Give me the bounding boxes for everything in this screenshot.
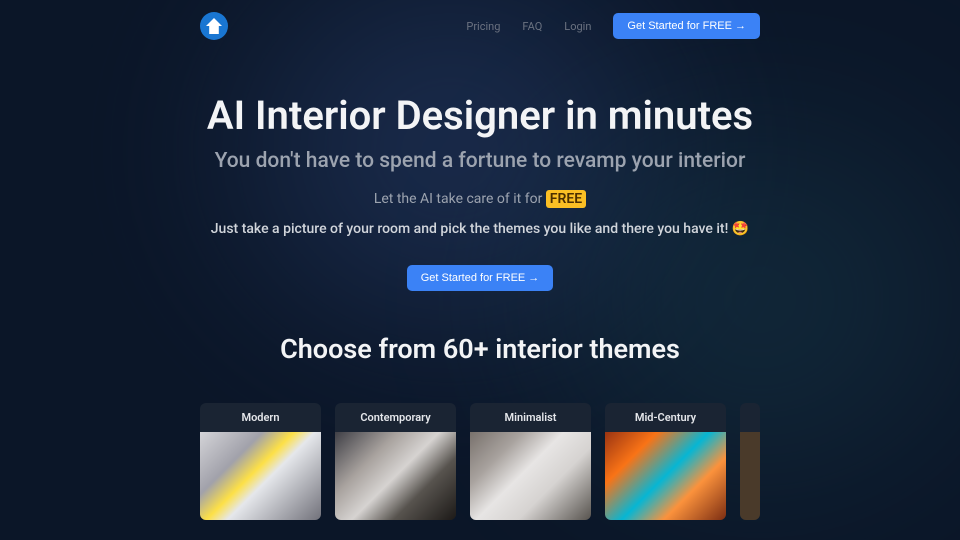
- house-icon: [206, 18, 222, 34]
- theme-card-minimalist[interactable]: Minimalist: [470, 403, 591, 520]
- theme-card-midcentury[interactable]: Mid-Century: [605, 403, 726, 520]
- theme-image: [740, 432, 760, 520]
- nav-login[interactable]: Login: [564, 20, 591, 33]
- themes-grid: Modern Contemporary Minimalist Mid-Centu…: [0, 403, 960, 520]
- theme-card-contemporary[interactable]: Contemporary: [335, 403, 456, 520]
- theme-label: Minimalist: [470, 403, 591, 432]
- theme-label: [740, 403, 760, 432]
- nav-faq[interactable]: FAQ: [522, 20, 542, 33]
- theme-label: Modern: [200, 403, 321, 432]
- nav: Pricing FAQ Login Get Started for FREE →: [466, 13, 760, 39]
- hero-cta-button[interactable]: Get Started for FREE →: [407, 265, 554, 291]
- theme-image: [470, 432, 591, 520]
- free-badge: FREE: [546, 190, 586, 208]
- theme-label: Contemporary: [335, 403, 456, 432]
- nav-pricing[interactable]: Pricing: [466, 20, 500, 33]
- hero-line1-prefix: Let the AI take care of it for: [374, 191, 546, 207]
- hero-subtitle: You don't have to spend a fortune to rev…: [0, 149, 960, 173]
- themes-title: Choose from 60+ interior themes: [0, 333, 960, 365]
- theme-label: Mid-Century: [605, 403, 726, 432]
- hero-line2: Just take a picture of your room and pic…: [0, 221, 960, 237]
- theme-image: [200, 432, 321, 520]
- logo[interactable]: [200, 12, 228, 40]
- hero-line1: Let the AI take care of it for FREE: [0, 191, 960, 207]
- theme-card-next[interactable]: [740, 403, 760, 520]
- hero-title: AI Interior Designer in minutes: [0, 92, 960, 139]
- theme-image: [335, 432, 456, 520]
- theme-card-modern[interactable]: Modern: [200, 403, 321, 520]
- theme-image: [605, 432, 726, 520]
- nav-cta-button[interactable]: Get Started for FREE →: [613, 13, 760, 39]
